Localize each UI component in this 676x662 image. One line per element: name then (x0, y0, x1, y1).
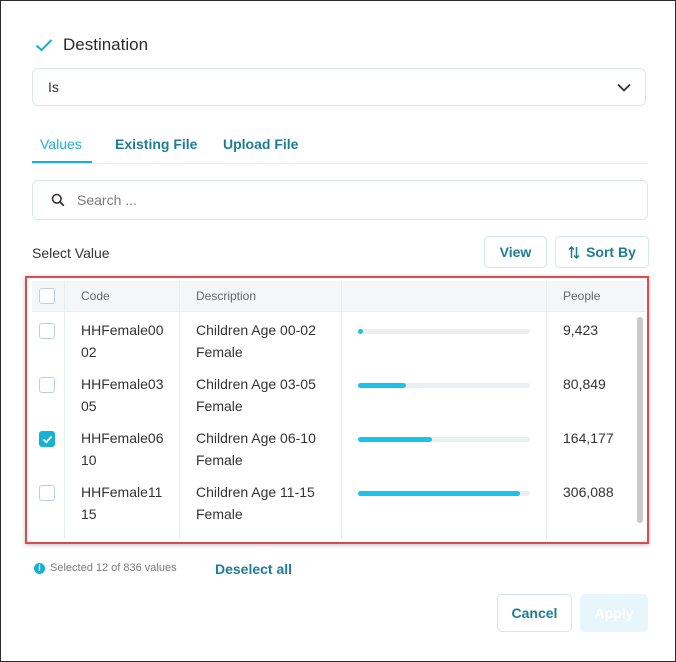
info-icon: i (34, 562, 45, 574)
filter-title: Destination (63, 35, 149, 54)
tab-existing-file[interactable]: Existing File (115, 136, 197, 152)
selected-count-text: Selected 12 of 836 values (50, 562, 177, 574)
tab-upload-file[interactable]: Upload File (223, 136, 298, 152)
deselect-all-link[interactable]: Deselect all (215, 561, 292, 577)
chevron-down-icon (617, 83, 631, 92)
tab-bar: Values Existing File Upload File (32, 125, 648, 164)
select-value-label: Select Value (32, 245, 110, 261)
selection-info: i Selected 12 of 836 values (34, 562, 177, 574)
tab-values[interactable]: Values (40, 136, 82, 152)
apply-button[interactable]: Apply (580, 594, 648, 632)
search-icon (51, 193, 65, 207)
filter-header[interactable]: Destination (35, 35, 148, 55)
operator-select[interactable]: Is (32, 68, 646, 106)
cancel-button-label: Cancel (511, 605, 558, 621)
sort-by-label: Sort By (586, 244, 636, 260)
apply-button-label: Apply (594, 605, 634, 621)
active-tab-indicator (32, 161, 92, 163)
search-input[interactable] (75, 191, 599, 209)
filter-dialog: Destination Is Values Existing File Uplo… (0, 0, 676, 662)
view-button[interactable]: View (484, 236, 547, 268)
check-icon (35, 39, 53, 52)
operator-value: Is (48, 79, 59, 95)
view-button-label: View (499, 244, 532, 260)
search-box (32, 180, 648, 220)
cancel-button[interactable]: Cancel (497, 594, 572, 632)
highlight-box (25, 276, 649, 544)
sort-by-button[interactable]: Sort By (555, 236, 649, 268)
sort-icon (568, 245, 580, 259)
